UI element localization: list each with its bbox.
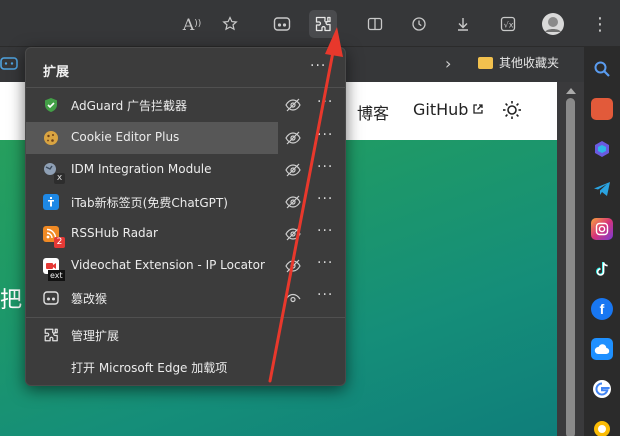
page-scrollbar[interactable] bbox=[557, 82, 584, 436]
svg-text:√x: √x bbox=[504, 21, 514, 30]
extensions-panel: 扩展 ··· AdGuard 广告拦截器 ··· Cookie Editor P… bbox=[25, 47, 346, 386]
extension-name: 篡改猴 bbox=[71, 292, 108, 306]
nav-link-blog[interactable]: 博客 bbox=[357, 100, 389, 124]
bilibili-bookmark-icon[interactable] bbox=[0, 55, 18, 71]
hide-from-toolbar-icon[interactable] bbox=[285, 227, 301, 241]
hide-from-toolbar-icon[interactable] bbox=[285, 195, 301, 209]
tampermonkey-icon bbox=[43, 290, 59, 306]
google-icon[interactable] bbox=[591, 378, 613, 400]
extension-name: AdGuard 广告拦截器 bbox=[71, 99, 188, 113]
manage-extensions-label: 管理扩展 bbox=[71, 329, 120, 343]
extension-puzzle-icon[interactable] bbox=[309, 10, 337, 38]
idm-badge: x bbox=[54, 173, 65, 184]
other-favorites-folder[interactable]: 其他收藏夹 bbox=[478, 54, 559, 71]
browser-toolbar: A)) √x ⋮ bbox=[0, 0, 620, 46]
cloud-icon[interactable] bbox=[591, 338, 613, 360]
hide-from-toolbar-icon[interactable] bbox=[285, 98, 301, 112]
folder-icon bbox=[478, 56, 493, 69]
bookmarks-overflow-chevron-icon[interactable]: › bbox=[445, 54, 451, 73]
sidebar-more-icon[interactable] bbox=[591, 418, 613, 436]
manage-puzzle-icon bbox=[43, 327, 59, 343]
extensions-panel-title: 扩展 bbox=[43, 65, 70, 80]
extension-name: RSSHub Radar bbox=[71, 226, 158, 240]
external-link-icon bbox=[473, 104, 483, 114]
extension-more-options-icon[interactable]: ··· bbox=[317, 255, 333, 271]
extension-name: iTab新标签页(免费ChatGPT) bbox=[71, 196, 228, 210]
rsshub-badge: 2 bbox=[54, 237, 65, 248]
toolbox-icon[interactable] bbox=[591, 98, 613, 120]
extension-row-rsshub[interactable]: 2 RSSHub Radar ··· bbox=[26, 218, 345, 250]
show-in-toolbar-icon[interactable] bbox=[285, 291, 301, 305]
theme-toggle-sun-icon[interactable] bbox=[502, 100, 522, 120]
hide-from-toolbar-icon[interactable] bbox=[285, 259, 301, 273]
extension-more-options-icon[interactable]: ··· bbox=[317, 127, 333, 143]
open-edge-addons-label: 打开 Microsoft Edge 加载项 bbox=[71, 361, 228, 375]
extension-row-itab[interactable]: iTab新标签页(免费ChatGPT) ··· bbox=[26, 186, 345, 218]
other-favorites-label: 其他收藏夹 bbox=[499, 56, 560, 70]
adguard-shield-icon bbox=[43, 97, 59, 113]
videochat-badge: ext bbox=[48, 270, 65, 281]
profile-avatar-icon[interactable] bbox=[539, 10, 567, 38]
extension-more-options-icon[interactable]: ··· bbox=[317, 159, 333, 175]
scroll-up-arrow-icon[interactable] bbox=[566, 88, 576, 94]
extension-row-idm[interactable]: x IDM Integration Module ··· bbox=[26, 154, 345, 186]
extension-row-tampermonkey[interactable]: 篡改猴 ··· bbox=[26, 282, 345, 314]
extension-name: Videochat Extension - IP Locator f... bbox=[71, 258, 266, 272]
read-aloud-icon[interactable]: A)) bbox=[178, 10, 206, 38]
open-edge-addons-link[interactable]: 打开 Microsoft Edge 加载项 bbox=[26, 351, 345, 383]
vpn-badge-icon[interactable] bbox=[268, 10, 296, 38]
instagram-icon[interactable] bbox=[591, 218, 613, 240]
extension-name: IDM Integration Module bbox=[71, 162, 212, 176]
extension-row-cookie-editor-actions: ··· bbox=[26, 122, 345, 154]
nav-link-github[interactable]: GitHub bbox=[413, 100, 468, 119]
itab-icon bbox=[43, 194, 59, 210]
formula-icon[interactable]: √x bbox=[494, 10, 522, 38]
search-icon[interactable] bbox=[591, 58, 613, 80]
extension-more-options-icon[interactable]: ··· bbox=[317, 223, 333, 239]
hide-from-toolbar-icon[interactable] bbox=[285, 163, 301, 177]
panel-divider bbox=[26, 317, 345, 318]
telegram-icon[interactable] bbox=[591, 178, 613, 200]
favorite-star-icon[interactable] bbox=[216, 10, 244, 38]
manage-extensions-link[interactable]: 管理扩展 bbox=[26, 319, 345, 351]
page-heading-fragment: 把 bbox=[0, 288, 23, 313]
browser-window: A)) √x ⋮ › 其他收藏夹 博客 GitHub 把 f 扩展 ··· Ad… bbox=[0, 0, 620, 436]
extension-more-options-icon[interactable]: ··· bbox=[317, 94, 333, 110]
split-screen-icon[interactable] bbox=[361, 10, 389, 38]
copilot-icon[interactable] bbox=[591, 138, 613, 160]
history-icon[interactable] bbox=[405, 10, 433, 38]
facebook-icon[interactable]: f bbox=[591, 298, 613, 320]
hide-from-toolbar-icon[interactable] bbox=[285, 131, 301, 145]
scrollbar-thumb[interactable] bbox=[566, 98, 575, 436]
extensions-panel-menu-icon[interactable]: ··· bbox=[310, 58, 326, 74]
panel-divider bbox=[26, 87, 345, 88]
more-menu-icon[interactable]: ⋮ bbox=[586, 10, 614, 38]
extension-more-options-icon[interactable]: ··· bbox=[317, 287, 333, 303]
extension-more-options-icon[interactable]: ··· bbox=[317, 191, 333, 207]
download-icon[interactable] bbox=[449, 10, 477, 38]
edge-sidebar: f bbox=[584, 46, 620, 436]
extension-row-adguard[interactable]: AdGuard 广告拦截器 ··· bbox=[26, 89, 345, 121]
tiktok-icon[interactable] bbox=[591, 258, 613, 280]
extension-row-videochat[interactable]: ext Videochat Extension - IP Locator f..… bbox=[26, 250, 345, 282]
